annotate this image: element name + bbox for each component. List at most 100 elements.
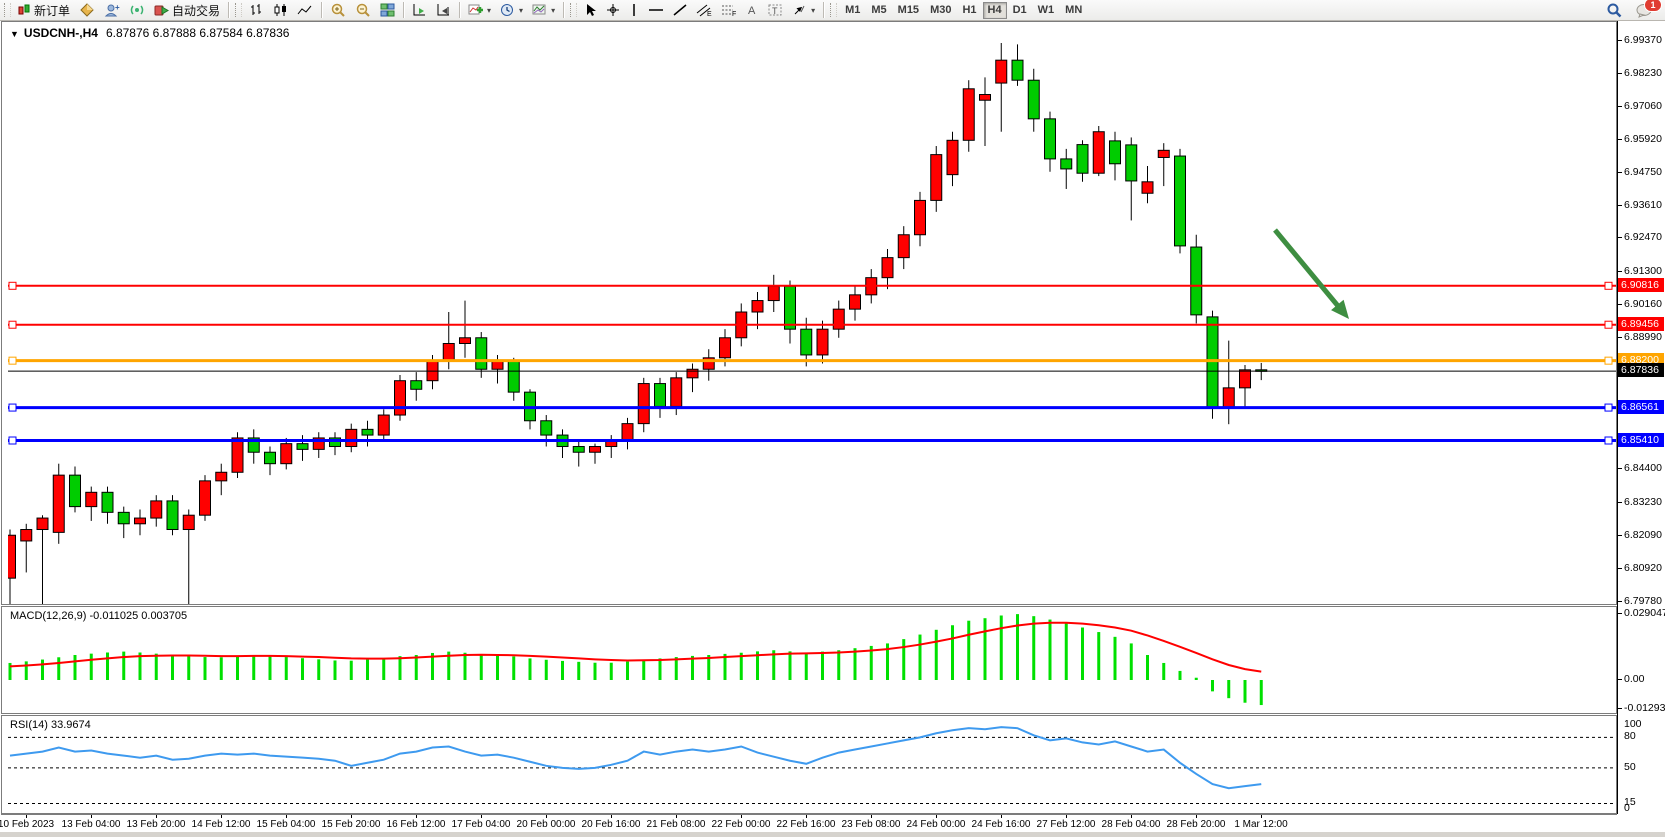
new-order-button[interactable]: 新订单: [14, 1, 74, 19]
indicators-icon: [468, 3, 483, 17]
candle-body: [947, 140, 958, 174]
time-tick: [1261, 815, 1262, 818]
hline-handle[interactable]: [9, 437, 16, 444]
candle-body: [1028, 80, 1039, 119]
candle-body: [1191, 247, 1202, 315]
candle-body: [135, 518, 146, 524]
price-tick-label: 6.94750: [1624, 166, 1662, 178]
macd-tick-label: 0.00: [1624, 673, 1644, 685]
clock-icon: [500, 3, 515, 17]
chart-dropdown-icon[interactable]: ▼: [10, 29, 19, 39]
chart-shift-button[interactable]: [432, 1, 455, 19]
candle-body: [801, 329, 812, 355]
timeframe-m1-button[interactable]: M1: [840, 2, 865, 19]
rsi-panel[interactable]: RSI(14) 33.9674: [1, 715, 1617, 814]
candle-body: [573, 447, 584, 453]
hline-handle[interactable]: [1605, 357, 1612, 364]
candle-body: [1126, 145, 1137, 181]
candle-body: [297, 444, 308, 450]
timeframe-d1-button[interactable]: D1: [1008, 2, 1032, 19]
timeframe-m5-button[interactable]: M5: [866, 2, 891, 19]
bar-chart-button[interactable]: [245, 1, 268, 19]
candle-body: [590, 447, 601, 453]
hline-handle[interactable]: [1605, 321, 1612, 328]
channel-tool-button[interactable]: E: [692, 1, 716, 19]
templates-button[interactable]: ▾: [528, 1, 559, 19]
toolbar-grip[interactable]: [570, 3, 577, 17]
shapes-tool-button[interactable]: ▾: [788, 1, 819, 19]
autotrade-button[interactable]: 自动交易: [150, 1, 224, 19]
toolbar-grip[interactable]: [235, 3, 242, 17]
indicators-button[interactable]: ▾: [464, 1, 495, 19]
candle-body: [1045, 119, 1056, 159]
fibonacci-tool-button[interactable]: F: [717, 1, 741, 19]
cursor-icon: [584, 3, 597, 17]
price-tick-label: 6.99370: [1624, 34, 1662, 46]
search-button[interactable]: [1602, 1, 1626, 19]
candle-body: [21, 530, 32, 541]
candle-body: [53, 475, 64, 532]
candle-body: [476, 338, 487, 369]
candle-body: [1142, 182, 1153, 193]
candle-body: [817, 329, 828, 355]
tile-windows-button[interactable]: [376, 1, 399, 19]
text-tool-button[interactable]: A: [742, 1, 763, 19]
hline-handle[interactable]: [1605, 282, 1612, 289]
hline-handle[interactable]: [1605, 437, 1612, 444]
price-tick: [1618, 237, 1622, 238]
candlestick-chart-button[interactable]: [269, 1, 292, 19]
vertical-line-tool-button[interactable]: [625, 1, 643, 19]
price-axis[interactable]: 6.993706.982306.970606.959206.947506.936…: [1617, 21, 1665, 814]
auto-scroll-button[interactable]: [408, 1, 431, 19]
time-tick: [416, 815, 417, 818]
toolbar-grip[interactable]: [830, 3, 837, 17]
cursor-tool-button[interactable]: [580, 1, 601, 19]
rsi-chart[interactable]: [8, 717, 1616, 813]
line-chart-button[interactable]: [293, 1, 317, 19]
timeframe-m15-button[interactable]: M15: [893, 2, 924, 19]
hline-handle[interactable]: [9, 404, 16, 411]
annotation-arrow[interactable]: [1275, 230, 1343, 312]
macd-chart[interactable]: [8, 608, 1616, 713]
price-line-badge: 6.85410: [1618, 433, 1664, 447]
timeframe-h1-button[interactable]: H1: [957, 2, 981, 19]
time-axis[interactable]: 10 Feb 202313 Feb 04:0013 Feb 20:0014 Fe…: [1, 814, 1617, 833]
notifications-button[interactable]: 1: [1632, 1, 1657, 19]
chart-shift-icon: [436, 3, 451, 17]
signal-button[interactable]: [125, 1, 149, 19]
price-tick: [1618, 502, 1622, 503]
text-label-tool-button[interactable]: T: [764, 1, 787, 19]
dropdown-caret-icon: ▾: [519, 6, 523, 15]
chart-symbol: USDCNH-,H4: [24, 26, 98, 40]
candle-body: [980, 95, 991, 101]
hline-handle[interactable]: [1605, 404, 1612, 411]
zoom-out-button[interactable]: [351, 1, 375, 19]
rsi-line: [10, 727, 1261, 788]
periods-button[interactable]: ▾: [496, 1, 527, 19]
horizontal-line-tool-button[interactable]: [644, 1, 668, 19]
candle-body: [671, 378, 682, 407]
hline-handle[interactable]: [9, 282, 16, 289]
signal-icon: [129, 3, 145, 17]
main-chart-panel[interactable]: ▼USDCNH-,H46.87876 6.87888 6.87584 6.878…: [1, 21, 1617, 605]
profiles-button[interactable]: [75, 1, 99, 19]
macd-panel[interactable]: MACD(12,26,9) -0.011025 0.003705: [1, 606, 1617, 714]
candle-body: [216, 472, 227, 481]
timeframe-m30-button[interactable]: M30: [925, 2, 956, 19]
hline-handle[interactable]: [9, 357, 16, 364]
price-tick-label: 6.82090: [1624, 529, 1662, 541]
community-button[interactable]: +: [100, 1, 124, 19]
timeframe-w1-button[interactable]: W1: [1033, 2, 1060, 19]
candlestick-chart[interactable]: [8, 23, 1616, 604]
timeframe-h4-button[interactable]: H4: [983, 2, 1007, 19]
crosshair-tool-button[interactable]: [602, 1, 624, 19]
timeframe-mn-button[interactable]: MN: [1060, 2, 1087, 19]
zoom-in-button[interactable]: [326, 1, 350, 19]
hline-handle[interactable]: [9, 321, 16, 328]
equidistant-channel-icon: E: [696, 3, 712, 17]
line-chart-icon: [297, 3, 313, 17]
trendline-tool-button[interactable]: [669, 1, 691, 19]
candle-body: [655, 384, 666, 407]
time-tick-label: 23 Feb 08:00: [842, 819, 901, 830]
toolbar-grip[interactable]: [4, 3, 11, 17]
